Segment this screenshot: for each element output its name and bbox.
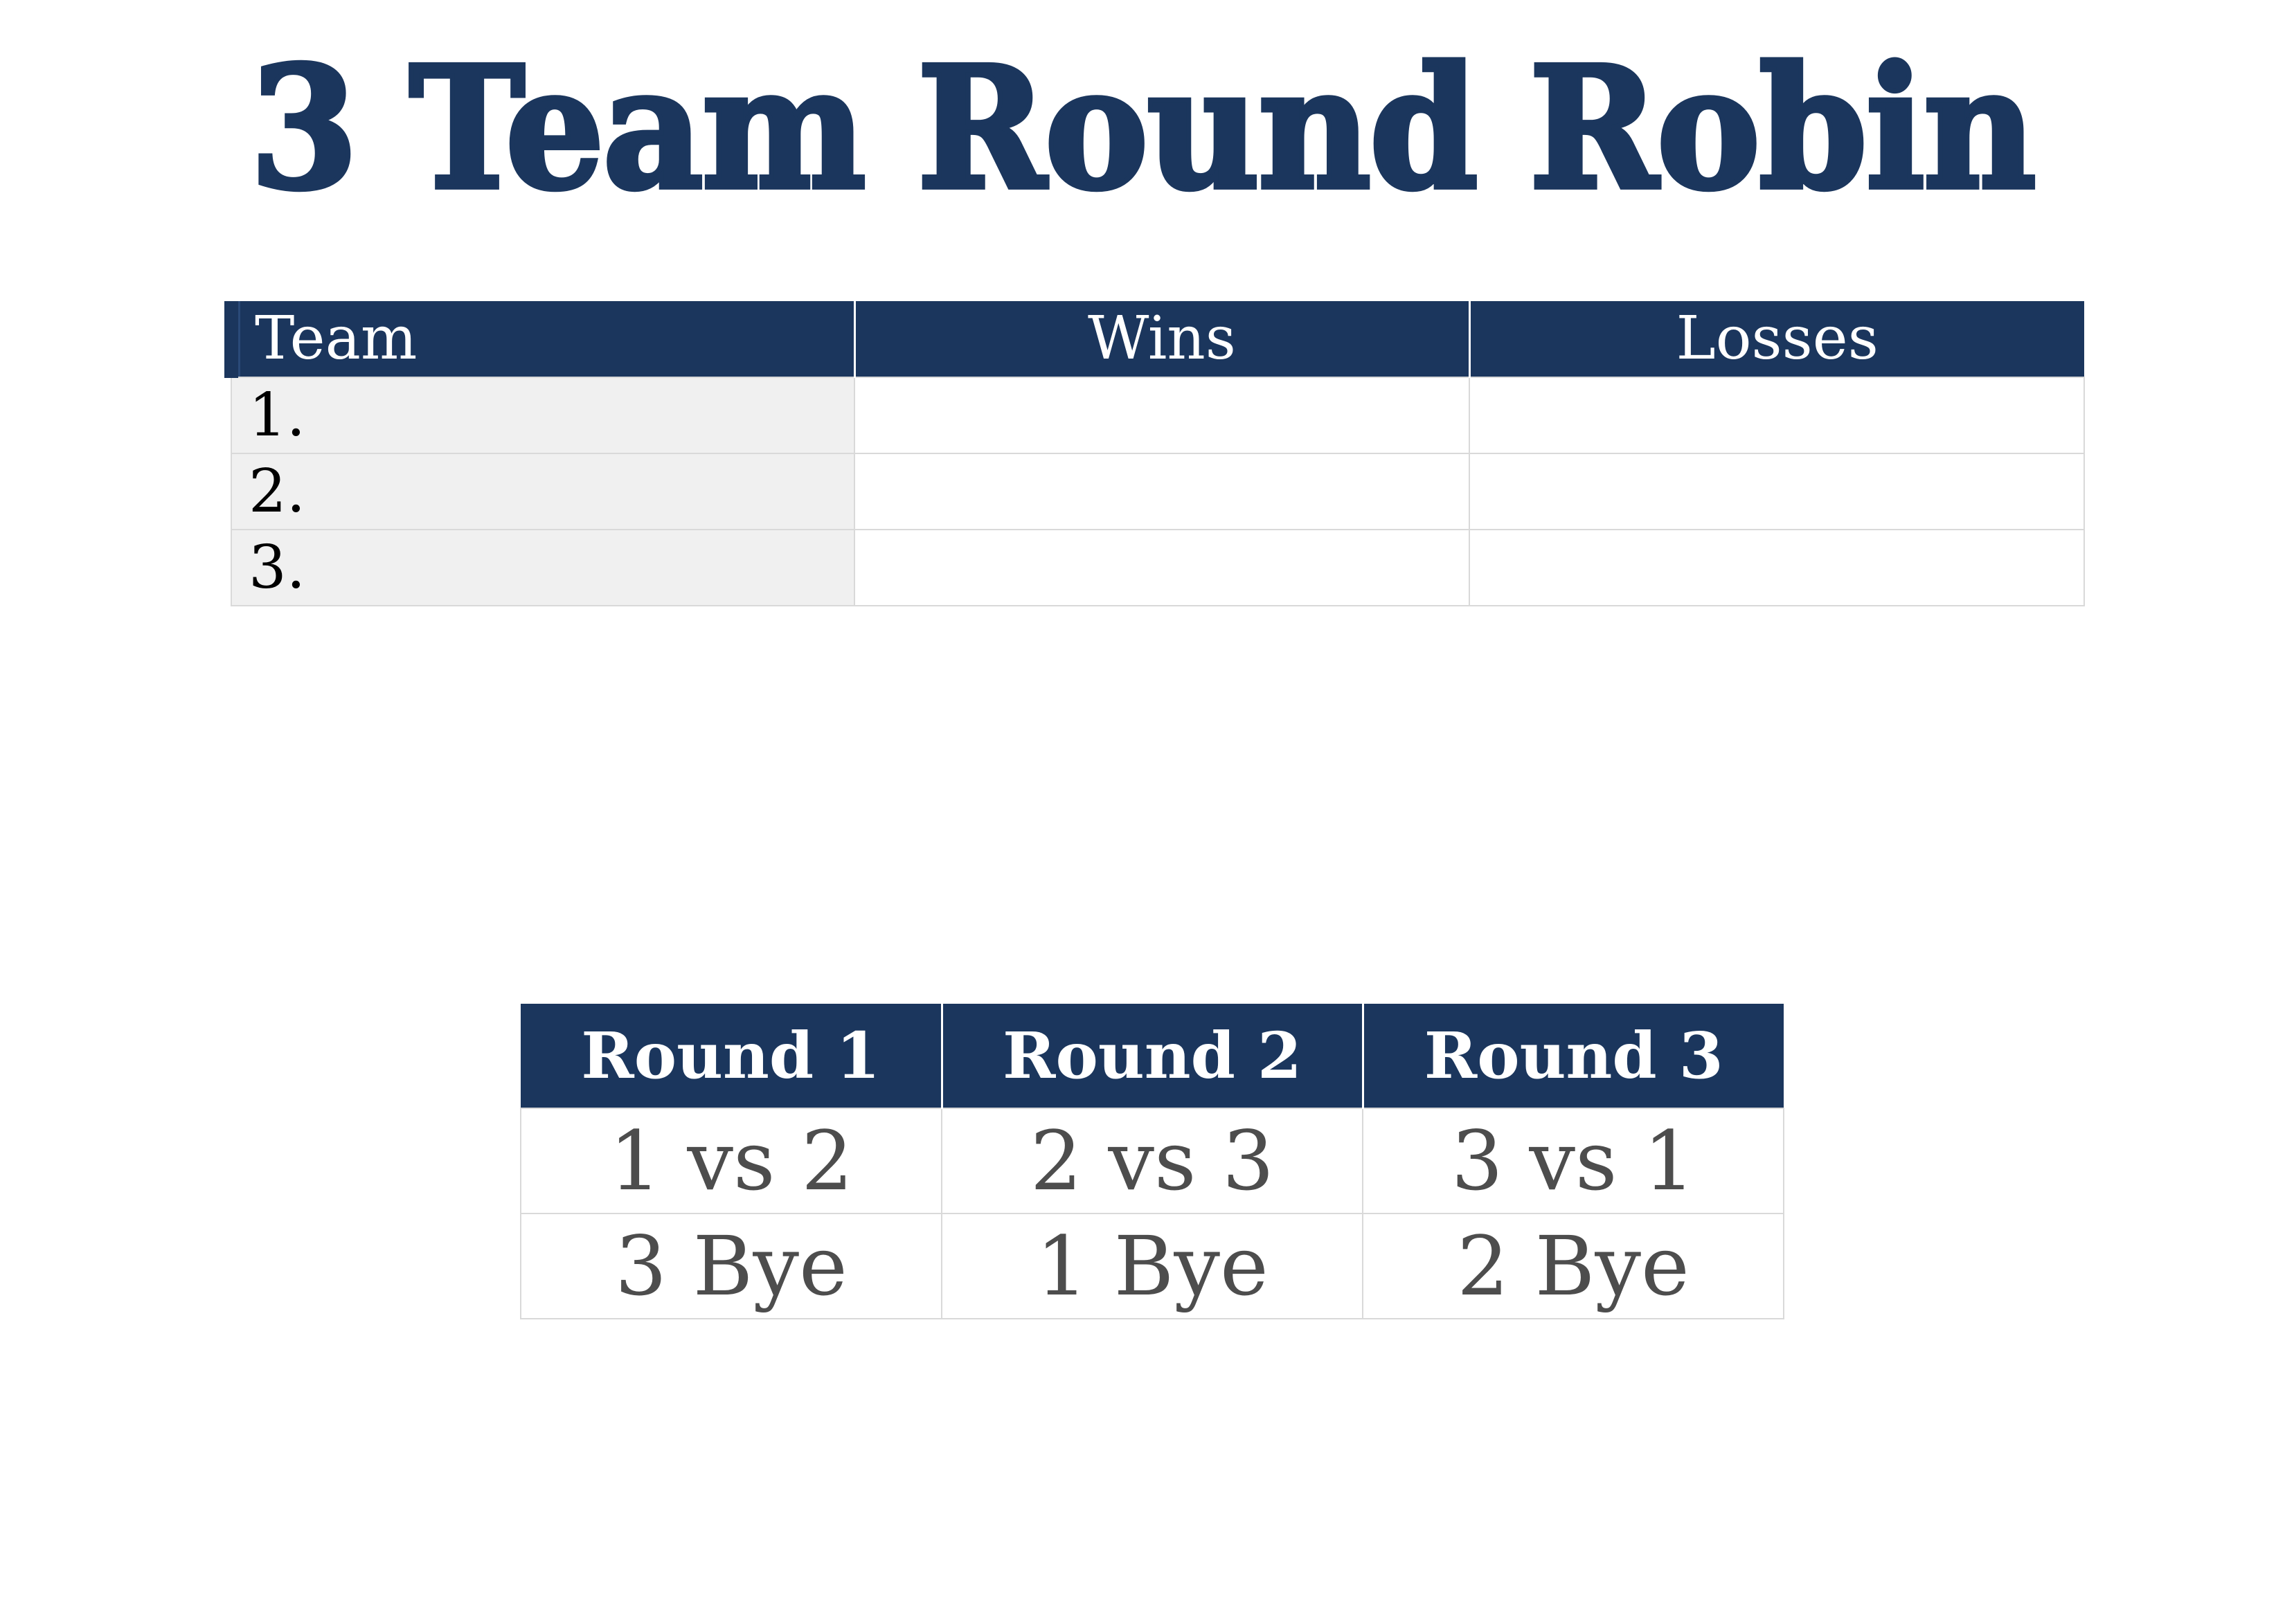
losses-cell[interactable] — [1469, 529, 2085, 606]
bye-row: 3 Bye 1 Bye 2 Bye — [520, 1213, 1784, 1319]
standings-header-row: Team Wins Losses — [224, 301, 2084, 377]
round-2-bye: 1 Bye — [941, 1213, 1363, 1319]
losses-cell[interactable] — [1469, 377, 2085, 454]
team-name-cell[interactable]: 1. — [231, 377, 855, 454]
round-3-bye: 2 Bye — [1362, 1213, 1784, 1319]
round-2-header: Round 2 — [942, 1004, 1364, 1108]
round-2-matchup: 2 vs 3 — [941, 1108, 1363, 1214]
team-name-cell[interactable]: 2. — [231, 453, 855, 530]
losses-cell[interactable] — [1469, 453, 2085, 530]
round-1-bye: 3 Bye — [520, 1213, 942, 1319]
wins-cell[interactable] — [854, 377, 1470, 454]
wins-cell[interactable] — [854, 529, 1470, 606]
schedule-table: Round 1 Round 2 Round 3 1 vs 2 2 vs 3 3 … — [520, 1004, 1784, 1319]
schedule-header-row: Round 1 Round 2 Round 3 — [521, 1004, 1784, 1108]
team-name-cell[interactable]: 3. — [231, 529, 855, 606]
wins-cell[interactable] — [854, 453, 1470, 530]
page-title: 3 Team Round Robin — [248, 27, 2039, 229]
standings-row: 2. — [231, 453, 2085, 530]
round-1-header: Round 1 — [521, 1004, 943, 1108]
round-3-matchup: 3 vs 1 — [1362, 1108, 1784, 1214]
round-3-header: Round 3 — [1363, 1004, 1784, 1108]
standings-row: 1. — [231, 377, 2085, 454]
wins-column-header: Wins — [854, 301, 1471, 377]
team-column-header: Team — [224, 301, 856, 377]
standings-table: Team Wins Losses 1. 2. 3. — [224, 301, 2085, 606]
matchup-row: 1 vs 2 2 vs 3 3 vs 1 — [520, 1108, 1784, 1214]
round-1-matchup: 1 vs 2 — [520, 1108, 942, 1214]
losses-column-header: Losses — [1469, 301, 2084, 377]
standings-row: 3. — [231, 529, 2085, 606]
